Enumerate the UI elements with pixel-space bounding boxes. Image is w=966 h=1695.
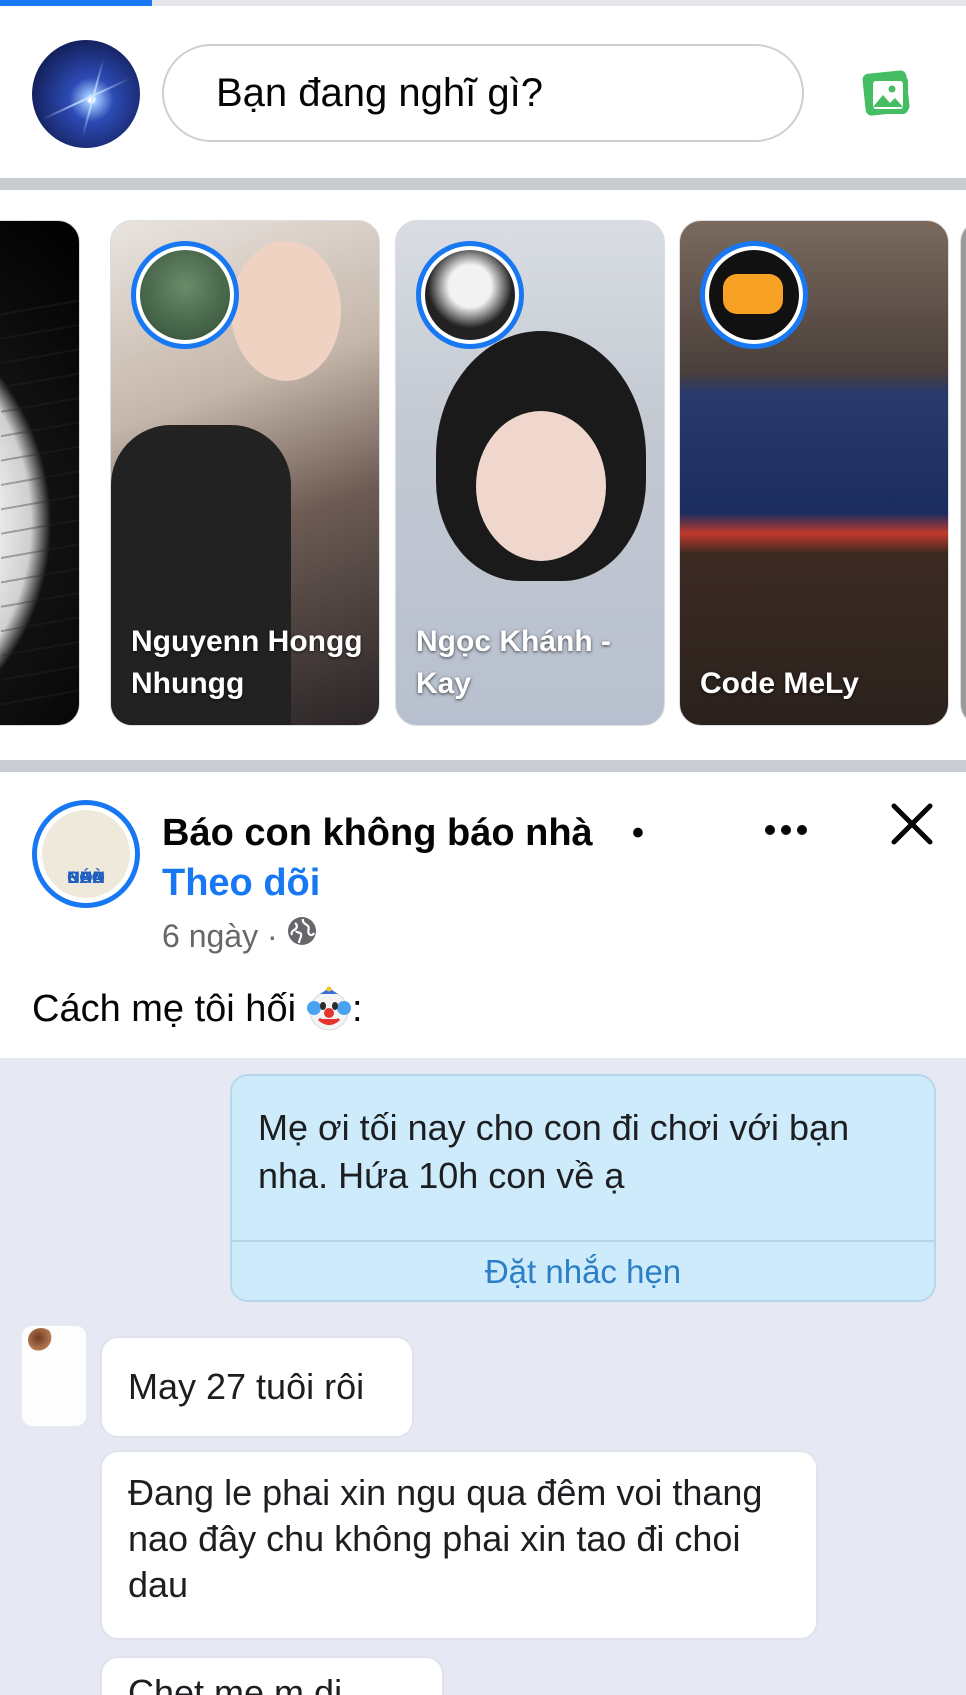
story-author-avatar: [416, 241, 524, 349]
composer-input[interactable]: Bạn đang nghĩ gì?: [162, 44, 804, 142]
sender-avatar: [22, 1326, 86, 1426]
set-reminder-link: Đặt nhắc hẹn: [484, 1253, 682, 1290]
outgoing-message-text: Mẹ ơi tối nay cho con đi chơi với bạn nh…: [258, 1107, 850, 1196]
story-image: [476, 411, 606, 561]
story-card[interactable]: [960, 220, 966, 726]
story-author-avatar: [700, 241, 808, 349]
post-caption: Cách mẹ tôi hối :: [32, 978, 363, 1040]
incoming-message-bubble: Chet me m di: [100, 1656, 444, 1695]
outgoing-message-bubble: Mẹ ơi tối nay cho con đi chơi với bạn nh…: [230, 1074, 936, 1302]
post-composer: Bạn đang nghĩ gì?: [0, 6, 966, 178]
page-logo: CON BÁO NHÀ: [42, 810, 130, 898]
user-avatar[interactable]: [32, 40, 140, 148]
post-time[interactable]: 6 ngày ·: [162, 914, 278, 958]
story-card[interactable]: Ngọc Khánh - Kay: [395, 220, 665, 726]
title-separator: •: [632, 814, 644, 852]
post-meta: 6 ngày ·: [162, 914, 318, 958]
clown-face-emoji: [306, 986, 352, 1032]
bubble-divider: [232, 1240, 934, 1242]
more-dots-icon[interactable]: [760, 810, 812, 850]
page-avatar[interactable]: CON BÁO NHÀ: [32, 800, 140, 908]
post-header: CON BÁO NHÀ Báo con không báo nhà • Theo …: [0, 772, 966, 966]
incoming-message-text: May 27 tuôi rôi: [128, 1366, 365, 1407]
section-divider: [0, 178, 966, 190]
close-icon[interactable]: [888, 800, 936, 848]
story-card[interactable]: Nguyenn Hongg Nhungg: [110, 220, 380, 726]
story-image: [231, 241, 341, 381]
post-image[interactable]: Mẹ ơi tối nay cho con đi chơi với bạn nh…: [0, 1058, 966, 1695]
globe-icon: [286, 914, 318, 958]
stories-tray: Nguyenn Hongg Nhungg Ngọc Khánh - Kay Co…: [0, 190, 966, 760]
caption-text: Cách mẹ tôi hối: [32, 988, 297, 1030]
incoming-message-text: Đang le phai xin ngu qua đêm voi thang n…: [128, 1472, 763, 1605]
page-name[interactable]: Báo con không báo nhà: [162, 808, 593, 858]
story-author-avatar: [131, 241, 239, 349]
story-author-name: Code MeLy: [700, 667, 859, 700]
incoming-message-text: Chet me m di: [128, 1672, 343, 1695]
story-image: [1, 291, 79, 711]
story-author-name: Nguyenn Hongg Nhungg: [131, 625, 363, 700]
follow-button[interactable]: Theo dõi: [162, 858, 320, 908]
section-divider: [0, 760, 966, 772]
story-author-name: Ngọc Khánh - Kay: [416, 625, 611, 700]
incoming-message-bubble: Đang le phai xin ngu qua đêm voi thang n…: [100, 1450, 818, 1640]
story-card[interactable]: [0, 220, 80, 726]
caption-suffix: :: [352, 988, 363, 1030]
facebook-feed: Bạn đang nghĩ gì? Nguyenn Hongg Nhungg N…: [0, 0, 966, 1695]
incoming-message-bubble: May 27 tuôi rôi: [100, 1336, 414, 1438]
photo-icon[interactable]: [858, 68, 914, 120]
story-card[interactable]: Code MeLy: [679, 220, 949, 726]
